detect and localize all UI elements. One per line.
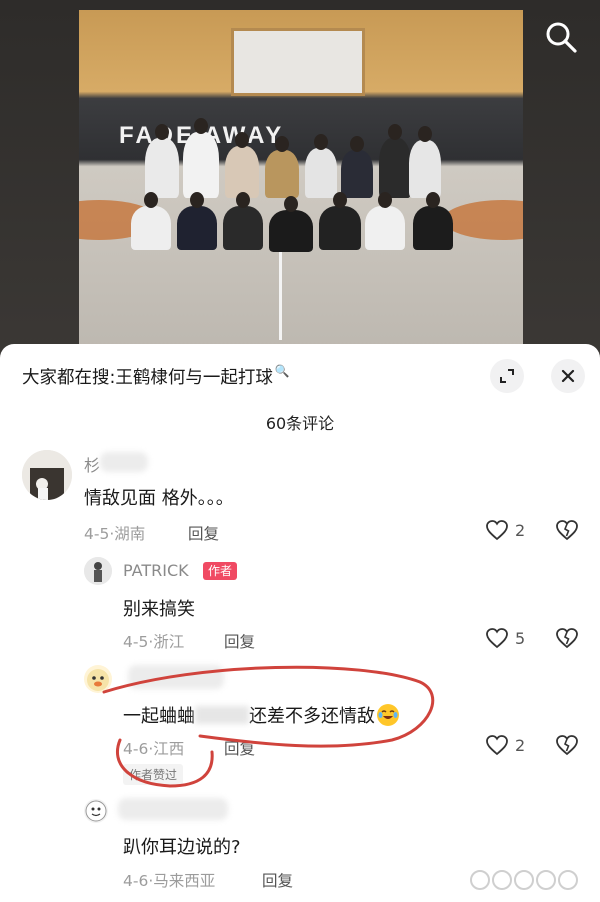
comment-date-location: 4-6·江西 <box>123 740 185 758</box>
video-area[interactable]: FADE AWAY <box>0 0 600 360</box>
comment-text: 一起蛐蛐 还差不多还情敌 <box>123 702 399 728</box>
reply-button[interactable]: 回复 <box>224 737 255 759</box>
close-button[interactable] <box>551 359 585 393</box>
comment-date-location: 4-5·浙江 <box>123 633 185 651</box>
person <box>365 192 405 250</box>
person <box>265 136 299 198</box>
redaction-blur <box>118 798 228 820</box>
redaction-blur <box>195 706 249 724</box>
comment-text-part: 还差不多还情敌 <box>249 706 375 727</box>
comment-count: 60条评论 <box>265 414 335 433</box>
comment-text: 趴你耳边说的? <box>123 837 241 858</box>
comment-date-location: 4-6·马来西亚 <box>123 872 216 890</box>
dislike-button[interactable] <box>555 519 579 545</box>
photo-window <box>231 28 365 96</box>
person <box>305 134 337 198</box>
trending-search[interactable]: 大家都在搜:王鹤棣何与一起打球 🔍 <box>22 364 290 392</box>
username[interactable]: 杉 <box>84 452 100 476</box>
reply-button[interactable]: 回复 <box>224 630 255 652</box>
like-count: 2 <box>515 735 526 755</box>
avatar[interactable] <box>84 557 112 585</box>
close-icon <box>561 369 575 383</box>
person <box>225 132 259 198</box>
person <box>413 192 453 250</box>
like-button[interactable]: 2 <box>485 734 525 756</box>
watermark-logo <box>470 870 578 890</box>
person <box>341 136 373 198</box>
court-marking <box>443 200 523 240</box>
court-line <box>279 240 282 340</box>
heart-icon <box>486 520 508 541</box>
broken-heart-icon <box>556 628 578 649</box>
author-liked-badge: 作者赞过 <box>123 764 184 785</box>
author-tag: 作者 <box>203 562 238 580</box>
broken-heart-icon <box>556 735 578 756</box>
like-button[interactable]: 2 <box>485 519 525 541</box>
heart-icon <box>486 628 508 649</box>
comment-date-location: 4-5·湖南 <box>84 525 146 543</box>
avatar[interactable] <box>22 450 72 500</box>
person <box>269 196 313 252</box>
comment-text-part: 一起蛐蛐 <box>123 706 195 727</box>
expand-button[interactable] <box>490 359 524 393</box>
comment-text: 别来搞笑 <box>123 599 195 620</box>
expand-icon <box>500 369 514 383</box>
reply-button[interactable]: 回复 <box>262 869 293 891</box>
reply-button[interactable]: 回复 <box>188 522 219 544</box>
person <box>145 124 179 198</box>
search-small-icon: 🔍 <box>274 364 290 378</box>
trending-search-query[interactable]: 王鹤棣何与一起打球 <box>115 368 273 388</box>
avatar[interactable] <box>84 799 108 823</box>
team-photo: FADE AWAY <box>79 10 523 350</box>
dislike-button[interactable] <box>555 627 579 653</box>
person <box>379 124 411 198</box>
like-button[interactable]: 5 <box>485 627 525 649</box>
redaction-blur <box>100 452 148 472</box>
search-icon[interactable] <box>544 20 578 54</box>
person <box>131 192 171 250</box>
trending-search-prefix: 大家都在搜: <box>22 368 116 388</box>
redaction-blur <box>128 665 224 689</box>
crying-laughing-emoji-icon <box>377 704 399 726</box>
broken-heart-icon <box>556 520 578 541</box>
like-count: 2 <box>515 520 526 540</box>
comment-text: 情敌见面 格外。。。 <box>84 488 234 509</box>
comment-panel: 大家都在搜:王鹤棣何与一起打球 🔍 60条评论 杉 情敌见面 格外。。。 4-5·… <box>0 344 600 902</box>
person <box>223 192 263 250</box>
person <box>183 118 219 198</box>
person <box>319 192 361 250</box>
person <box>409 126 441 198</box>
username[interactable]: PATRICK <box>123 561 189 580</box>
dislike-button[interactable] <box>555 734 579 760</box>
like-count: 5 <box>515 628 526 648</box>
person <box>177 192 217 250</box>
avatar[interactable] <box>84 665 112 693</box>
heart-icon <box>486 735 508 756</box>
